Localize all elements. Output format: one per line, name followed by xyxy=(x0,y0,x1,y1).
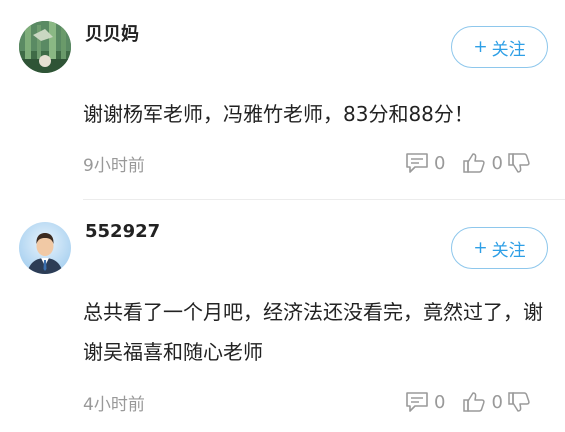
thumbs-down-icon xyxy=(508,392,530,412)
divider xyxy=(83,199,565,200)
like-count: 0 xyxy=(491,391,503,413)
comment-item: 552927 + 关注 总共看了一个月吧，经济法还没看完，竟然过了，谢谢吴福喜和… xyxy=(0,201,565,432)
username[interactable]: 552927 xyxy=(85,221,160,242)
like-button[interactable]: 0 xyxy=(462,391,503,413)
thumbs-up-icon xyxy=(463,153,486,173)
follow-label: 关注 xyxy=(491,39,526,60)
dislike-button[interactable] xyxy=(507,391,531,413)
user-avatar[interactable] xyxy=(19,21,71,73)
comment-icon xyxy=(406,153,428,173)
comment-time: 4小时前 xyxy=(83,395,145,415)
dislike-button[interactable] xyxy=(507,152,531,174)
plus-icon: + xyxy=(473,37,488,57)
follow-button[interactable]: + 关注 xyxy=(451,26,548,68)
thumbs-up-icon xyxy=(463,392,486,412)
comment-actions: 0 0 xyxy=(405,151,531,175)
like-button[interactable]: 0 xyxy=(462,152,503,174)
follow-button[interactable]: + 关注 xyxy=(451,227,548,269)
reply-button[interactable]: 0 xyxy=(405,391,445,413)
username[interactable]: 贝贝妈 xyxy=(85,20,139,46)
comment-text: 谢谢杨军老师，冯雅竹老师，83分和88分！ xyxy=(83,102,474,126)
comment-item: 贝贝妈 + 关注 谢谢杨军老师，冯雅竹老师，83分和88分！ 9小时前 0 0 xyxy=(0,0,565,200)
bamboo-avatar-icon xyxy=(19,21,71,73)
like-count: 0 xyxy=(491,152,503,174)
follow-label: 关注 xyxy=(491,240,526,261)
comment-actions: 0 0 xyxy=(405,390,531,414)
businessman-avatar-icon xyxy=(19,222,71,274)
user-avatar[interactable] xyxy=(19,222,71,274)
comment-icon xyxy=(406,392,428,412)
thumbs-down-icon xyxy=(508,153,530,173)
reply-count: 0 xyxy=(434,152,446,174)
comment-time: 9小时前 xyxy=(83,156,145,176)
reply-count: 0 xyxy=(434,391,446,413)
reply-button[interactable]: 0 xyxy=(405,152,445,174)
plus-icon: + xyxy=(473,238,488,258)
comment-text: 总共看了一个月吧，经济法还没看完，竟然过了，谢谢吴福喜和随心老师 xyxy=(83,300,543,364)
